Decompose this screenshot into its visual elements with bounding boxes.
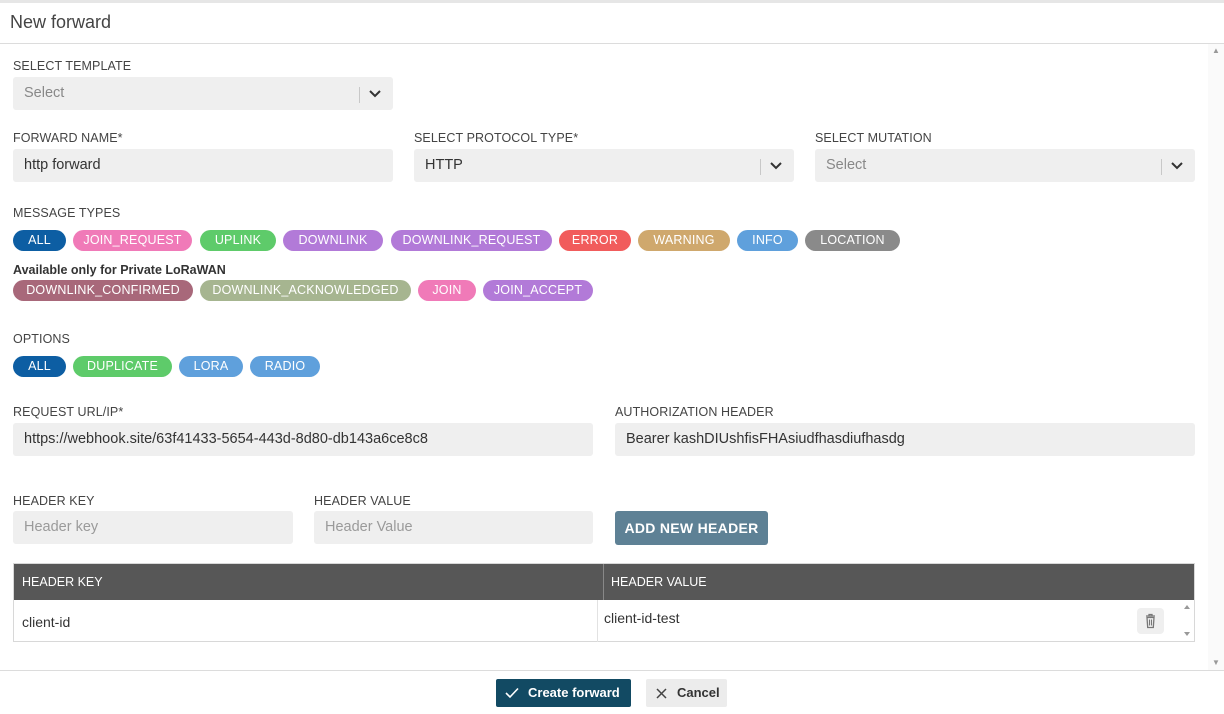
close-icon [656, 688, 667, 699]
cancel-button[interactable]: Cancel [646, 679, 727, 707]
private-message-type-tag[interactable]: JOIN_ACCEPT [483, 280, 593, 301]
message-type-tag[interactable]: UPLINK [200, 230, 276, 251]
header-value-input[interactable] [314, 511, 593, 544]
mutation-select-value: Select [826, 157, 867, 173]
trash-icon [1146, 613, 1155, 629]
option-tag[interactable]: DUPLICATE [73, 356, 172, 377]
option-tag[interactable]: RADIO [250, 356, 320, 377]
header-value-label: HEADER VALUE [314, 494, 411, 508]
mutation-label: SELECT MUTATION [815, 131, 932, 145]
message-type-tag[interactable]: LOCATION [805, 230, 900, 251]
row-header-value: client-id-test [604, 610, 680, 626]
request-url-input[interactable]: https://webhook.site/63f41433-5654-443d-… [13, 423, 593, 456]
chevron-down-icon[interactable] [1167, 149, 1187, 182]
message-type-tag[interactable]: ALL [13, 230, 66, 251]
chevron-down-icon[interactable] [766, 149, 786, 182]
message-types-label: MESSAGE TYPES [13, 206, 121, 220]
create-forward-label: Create forward [528, 685, 620, 700]
select-divider [1161, 159, 1162, 175]
table-header: HEADER KEY HEADER VALUE [14, 564, 1194, 600]
forward-name-input[interactable]: http forward [13, 149, 393, 182]
header-key-label: HEADER KEY [13, 494, 95, 508]
scroll-up-icon[interactable]: ▲ [1208, 44, 1224, 58]
private-lorawan-note: Available only for Private LoRaWAN [13, 263, 226, 277]
add-new-header-button[interactable]: ADD NEW HEADER [615, 511, 768, 545]
delete-row-button[interactable] [1137, 608, 1164, 634]
header-key-input[interactable] [13, 511, 293, 544]
table-scrollbar[interactable] [1180, 600, 1194, 642]
column-header-key: HEADER KEY [22, 575, 103, 589]
private-message-type-tag[interactable]: JOIN [418, 280, 476, 301]
page-scrollbar[interactable]: ▲ ▼ [1208, 44, 1224, 670]
side-collapse-icon[interactable]: ‹ [0, 350, 6, 366]
headers-table: HEADER KEY HEADER VALUE client-id client… [13, 563, 1195, 642]
dialog-header: New forward [0, 3, 1224, 44]
protocol-select-value: HTTP [425, 157, 463, 173]
private-message-type-tag[interactable]: DOWNLINK_CONFIRMED [13, 280, 193, 301]
message-type-tag[interactable]: DOWNLINK [283, 230, 383, 251]
cancel-label: Cancel [677, 685, 720, 700]
auth-header-input[interactable]: Bearer kashDIUshfisFHAsiudfhasdiufhasdg [615, 423, 1195, 456]
option-tag[interactable]: LORA [179, 356, 243, 377]
message-type-tag[interactable]: ERROR [559, 230, 631, 251]
chevron-down-icon[interactable] [365, 77, 385, 110]
scroll-down-icon[interactable]: ▼ [1208, 656, 1224, 670]
page-title: New forward [10, 12, 112, 32]
option-tag[interactable]: ALL [13, 356, 66, 377]
column-divider [603, 564, 604, 600]
options-label: OPTIONS [13, 332, 70, 346]
template-label: SELECT TEMPLATE [13, 59, 132, 73]
protocol-select[interactable]: HTTP [414, 149, 794, 182]
template-select[interactable]: Select [13, 77, 393, 110]
row-header-key: client-id [22, 614, 71, 630]
select-divider [760, 159, 761, 175]
forward-name-label: FORWARD NAME* [13, 131, 123, 145]
protocol-label: SELECT PROTOCOL TYPE* [414, 131, 579, 145]
mutation-select[interactable]: Select [815, 149, 1195, 182]
message-type-tag[interactable]: DOWNLINK_REQUEST [391, 230, 552, 251]
auth-header-label: AUTHORIZATION HEADER [615, 405, 774, 419]
check-icon [505, 687, 519, 699]
column-header-value: HEADER VALUE [611, 575, 707, 589]
select-divider [359, 87, 360, 103]
message-type-tag[interactable]: JOIN_REQUEST [73, 230, 192, 251]
create-forward-button[interactable]: Create forward [496, 679, 631, 707]
cell-divider [597, 600, 598, 642]
private-message-type-tag[interactable]: DOWNLINK_ACKNOWLEDGED [200, 280, 411, 301]
request-url-label: REQUEST URL/IP* [13, 405, 124, 419]
message-type-tag[interactable]: WARNING [638, 230, 730, 251]
message-type-tag[interactable]: INFO [737, 230, 798, 251]
template-select-value: Select [24, 85, 65, 101]
